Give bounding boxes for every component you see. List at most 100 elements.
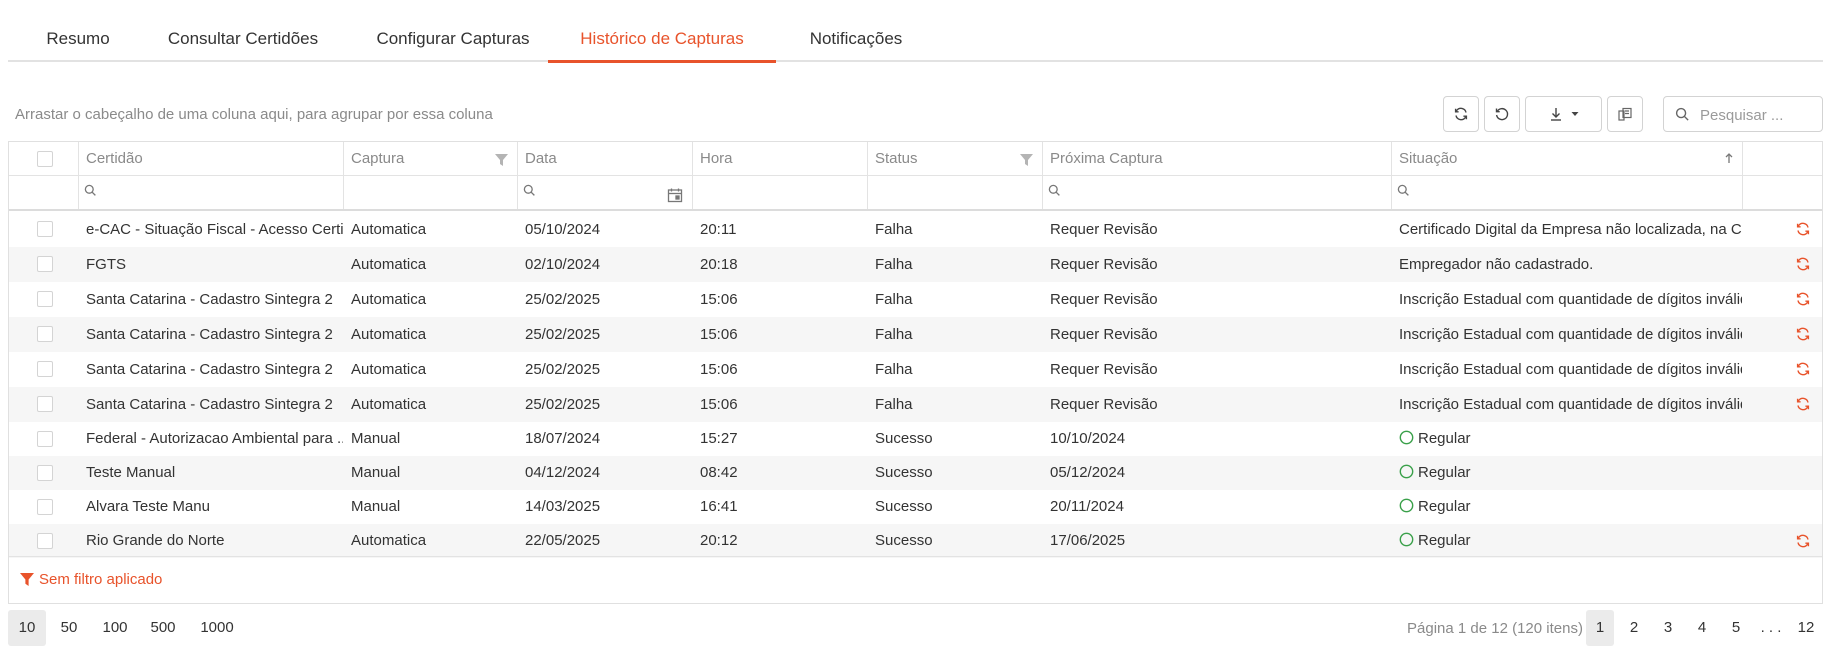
recapture-refresh-icon[interactable] [1795, 361, 1811, 377]
column-filter-icon[interactable] [1020, 154, 1033, 166]
table-row[interactable]: Alvara Teste Manu Manual 14/03/2025 16:41 Su… [9, 490, 1822, 524]
cell-data: 25/02/2025 [525, 361, 601, 378]
table-row[interactable]: Santa Catarina - Cadastro Sintegra 2 Auto… [9, 282, 1822, 317]
column-chooser-button[interactable] [1607, 96, 1643, 132]
table-row[interactable]: Santa Catarina - Cadastro Sintegra 2 Auto… [9, 387, 1822, 422]
cell-certidao: Santa Catarina - Cadastro Sintegra 2 [86, 326, 333, 343]
filter-situacao[interactable] [1391, 176, 1742, 210]
row-select-checkbox[interactable] [37, 396, 53, 412]
page-5[interactable]: 5 [1722, 610, 1750, 646]
column-header-data[interactable]: Data [517, 142, 692, 176]
filter-certidao[interactable] [78, 176, 343, 210]
filter-proxima-captura[interactable] [1042, 176, 1391, 210]
cell-data: 04/12/2024 [525, 464, 601, 481]
search-icon [1675, 107, 1689, 121]
grid-header-row: Certidão Captura Data Hora Status Próxim… [9, 142, 1822, 176]
cell-data: 14/03/2025 [525, 498, 601, 515]
page-size-50[interactable]: 50 [52, 610, 86, 646]
cell-certidao: Federal - Autorizacao Ambiental para ... [86, 430, 343, 447]
table-row[interactable]: Teste Manual Manual 04/12/2024 08:42 Sucesso… [9, 456, 1822, 490]
table-row[interactable]: e-CAC - Situação Fiscal - Acesso Certif.… [9, 212, 1822, 247]
table-row[interactable]: Santa Catarina - Cadastro Sintegra 2 Auto… [9, 352, 1822, 387]
table-row[interactable]: Santa Catarina - Cadastro Sintegra 2 Auto… [9, 317, 1822, 352]
recapture-refresh-icon[interactable] [1795, 291, 1811, 307]
cell-situacao: Inscrição Estadual com quantidade de díg… [1399, 361, 1742, 378]
column-header-captura[interactable]: Captura [343, 142, 517, 176]
cell-situacao: Empregador não cadastrado. [1399, 256, 1594, 273]
column-header-certidao[interactable]: Certidão [78, 142, 343, 176]
cell-certidao: Santa Catarina - Cadastro Sintegra 2 [86, 396, 333, 413]
row-select-checkbox[interactable] [37, 221, 53, 237]
column-header-proxima-captura[interactable]: Próxima Captura [1042, 142, 1391, 176]
table-row[interactable]: Rio Grande do Norte Automatica 22/05/2025 2… [9, 524, 1822, 558]
export-button[interactable] [1525, 96, 1602, 132]
table-row[interactable]: Federal - Autorizacao Ambiental para ...… [9, 422, 1822, 456]
cell-proxima-captura: Requer Revisão [1050, 256, 1158, 273]
cell-status: Sucesso [875, 532, 933, 549]
row-select-checkbox[interactable] [37, 256, 53, 272]
recapture-refresh-icon[interactable] [1795, 396, 1811, 412]
column-header-status[interactable]: Status [867, 142, 1042, 176]
row-select-checkbox[interactable] [37, 431, 53, 447]
refresh-icon [1454, 107, 1468, 121]
row-select-checkbox[interactable] [37, 326, 53, 342]
tab-configurar-capturas[interactable]: Configurar Capturas [363, 14, 543, 62]
tab-bar: Resumo Consultar Certidões Configurar Ca… [8, 14, 1823, 63]
row-select-checkbox[interactable] [37, 533, 53, 549]
calendar-icon[interactable] [667, 187, 683, 203]
cell-captura: Automatica [351, 532, 427, 549]
situacao-text: Regular [1418, 464, 1471, 481]
cell-captura: Automatica [351, 256, 427, 273]
situacao-text: Regular [1418, 498, 1471, 515]
cell-situacao: Inscrição Estadual com quantidade de díg… [1399, 396, 1742, 413]
recapture-refresh-icon[interactable] [1795, 221, 1811, 237]
reset-button[interactable] [1484, 96, 1520, 132]
tab-historico-de-capturas[interactable]: Histórico de Capturas [548, 14, 776, 63]
page-size-100[interactable]: 100 [95, 610, 135, 646]
page-2[interactable]: 2 [1620, 610, 1648, 646]
select-all-checkbox[interactable] [37, 151, 53, 167]
cell-hora: 20:11 [700, 221, 737, 238]
table-row[interactable]: FGTS Automatica 02/10/2024 20:18 Falha Requer… [9, 247, 1822, 282]
cell-certidao: Rio Grande do Norte [86, 532, 225, 549]
page-1[interactable]: 1 [1586, 610, 1614, 646]
caret-down-icon [1571, 112, 1578, 116]
page-size-500[interactable]: 500 [143, 610, 183, 646]
page-size-10[interactable]: 10 [8, 610, 46, 646]
search-input[interactable] [1698, 103, 1816, 127]
filter-data[interactable] [517, 176, 692, 210]
cell-data: 18/07/2024 [525, 430, 601, 447]
column-header-hora[interactable]: Hora [692, 142, 867, 176]
refresh-button[interactable] [1443, 96, 1479, 132]
cell-status: Falha [875, 326, 913, 343]
status-ok-circle-icon [1399, 532, 1414, 547]
cell-captura: Automatica [351, 326, 427, 343]
cell-data: 22/05/2025 [525, 532, 601, 549]
page-4[interactable]: 4 [1688, 610, 1716, 646]
column-header-situacao[interactable]: Situação [1391, 142, 1742, 176]
cell-hora: 15:06 [700, 361, 738, 378]
recapture-refresh-icon[interactable] [1795, 533, 1811, 549]
column-filter-icon[interactable] [495, 154, 508, 166]
status-ok-circle-icon [1399, 498, 1414, 513]
cell-certidao: Teste Manual [86, 464, 176, 481]
cell-situacao: Certificado Digital da Empresa não local… [1399, 221, 1742, 238]
recapture-refresh-icon[interactable] [1795, 256, 1811, 272]
recapture-refresh-icon[interactable] [1795, 326, 1811, 342]
tab-consultar-certidoes[interactable]: Consultar Certidões [158, 14, 328, 62]
page-12[interactable]: 12 [1792, 610, 1820, 646]
row-select-checkbox[interactable] [37, 499, 53, 515]
cell-captura: Automatica [351, 361, 427, 378]
cell-status: Sucesso [875, 430, 933, 447]
row-select-checkbox[interactable] [37, 361, 53, 377]
cell-hora: 15:06 [700, 396, 738, 413]
page-3[interactable]: 3 [1654, 610, 1682, 646]
tab-resumo[interactable]: Resumo [32, 14, 124, 62]
tab-notificacoes[interactable]: Notificações [796, 14, 916, 62]
row-select-checkbox[interactable] [37, 291, 53, 307]
cell-hora: 15:06 [700, 291, 738, 308]
cell-situacao: Regular [1391, 490, 1742, 524]
page-size-1000[interactable]: 1000 [193, 610, 241, 646]
filter-status-link[interactable]: Sem filtro aplicado [39, 571, 162, 588]
row-select-checkbox[interactable] [37, 465, 53, 481]
